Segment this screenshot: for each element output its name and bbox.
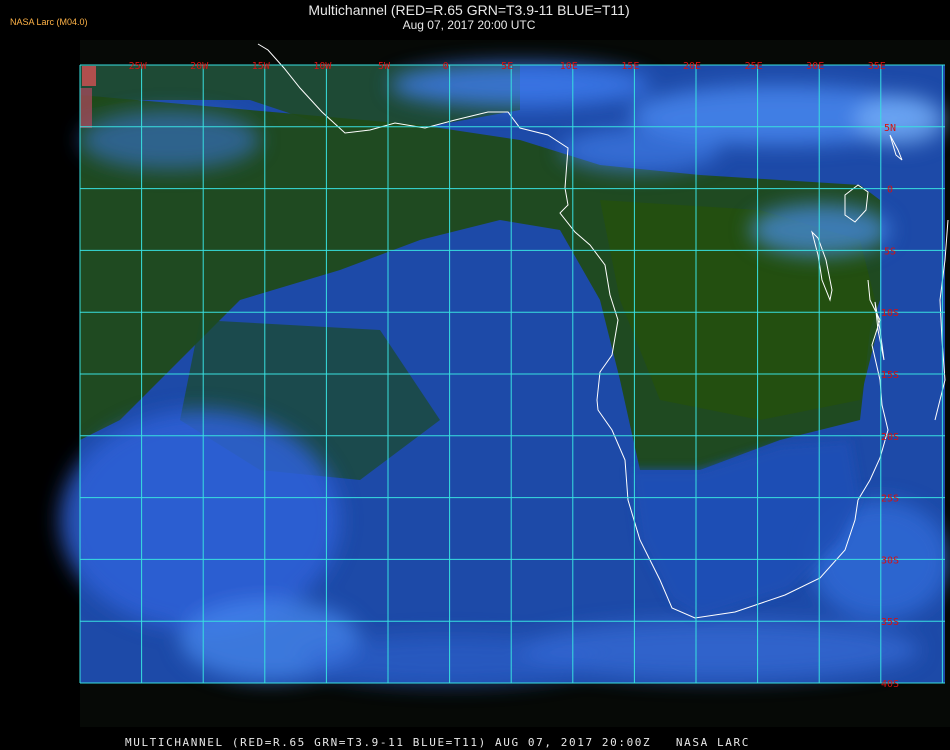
longitude-label: 20W: [190, 61, 209, 72]
latitude-label: 0: [887, 185, 893, 196]
satellite-map[interactable]: 25W 20W 15W 10W 5W 0 5E 10E 15E 20E 25E 30E 35E 5N 0 5…: [0, 0, 950, 750]
longitude-label: 20E: [683, 61, 701, 72]
latitude-label: 5N: [884, 123, 896, 134]
longitude-label: 25W: [129, 61, 148, 72]
latitude-label: 35S: [881, 617, 899, 628]
footer-caption: MULTICHANNEL (RED=R.65 GRN=T3.9-11 BLUE=…: [125, 736, 750, 749]
longitude-label: 15E: [621, 61, 639, 72]
longitude-label: 15W: [252, 61, 271, 72]
longitude-label: 30E: [806, 61, 824, 72]
latitude-label: 5S: [884, 246, 896, 257]
longitude-label: 35E: [868, 61, 886, 72]
longitude-label: 5W: [378, 61, 391, 72]
latitude-label: 25S: [881, 494, 899, 505]
longitude-label: 10W: [313, 61, 332, 72]
longitude-label: 25E: [745, 61, 763, 72]
latitude-label: 20S: [881, 432, 899, 443]
longitude-label: 10E: [560, 61, 578, 72]
latitude-label: 10S: [881, 308, 899, 319]
longitude-label: 5E: [501, 61, 513, 72]
longitude-label: 0: [443, 61, 449, 72]
latitude-label: 15S: [881, 370, 899, 381]
latitude-label: 40S: [881, 679, 899, 690]
latitude-label: 30S: [881, 555, 899, 566]
